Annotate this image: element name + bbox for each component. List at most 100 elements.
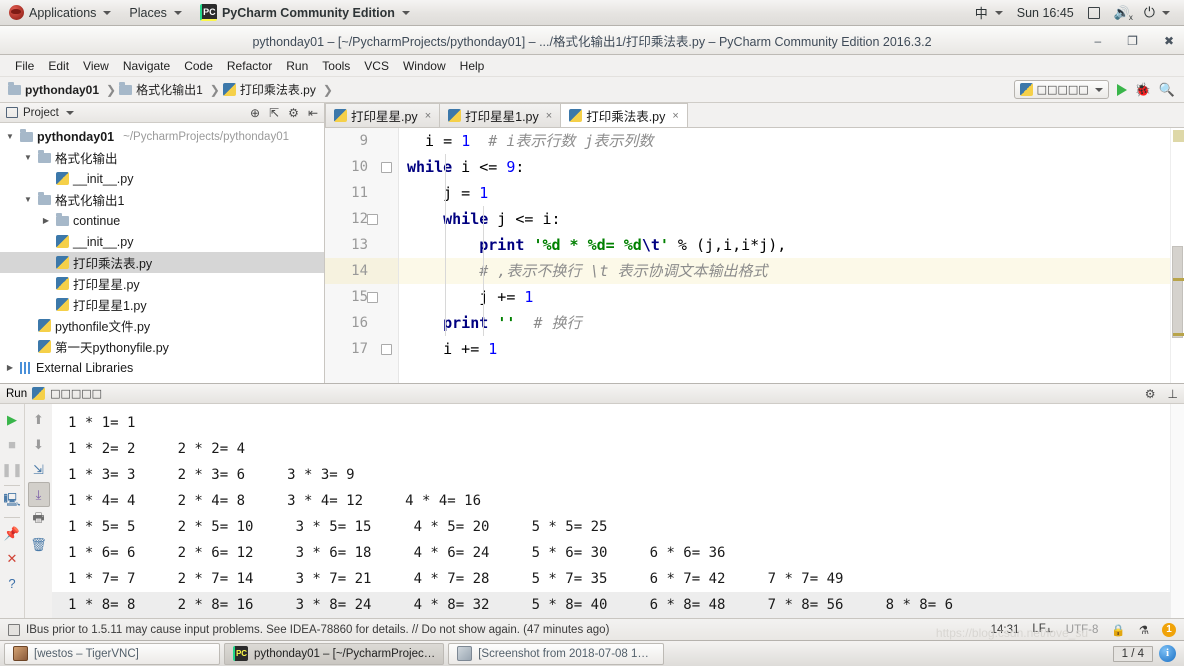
menu-code[interactable]: Code bbox=[177, 57, 220, 75]
chevron-down-icon[interactable] bbox=[65, 110, 74, 115]
applications-menu[interactable]: Applications bbox=[0, 0, 120, 26]
tree-item[interactable]: ▼ 格式化输出 bbox=[0, 147, 324, 168]
volume-button[interactable]: 🔊 x bbox=[1108, 0, 1136, 26]
collapse-all-icon[interactable]: ⇱ bbox=[269, 106, 279, 120]
maximize-button[interactable]: ❐ bbox=[1127, 35, 1138, 47]
chevron-down-icon[interactable]: ▼ bbox=[22, 153, 34, 162]
menu-view[interactable]: View bbox=[76, 57, 116, 75]
print-icon[interactable]: 🖶 bbox=[28, 507, 50, 532]
gear-icon[interactable]: ⚙ bbox=[288, 106, 299, 120]
code-line[interactable]: print '%d * %d= %d\t' % (j,i,i*j), bbox=[399, 232, 1170, 258]
menu-window[interactable]: Window bbox=[396, 57, 453, 75]
taskbar-item-vnc[interactable]: [westos – TigerVNC] bbox=[4, 642, 220, 665]
soft-wrap-icon[interactable]: ⇲ bbox=[28, 457, 50, 482]
lock-icon[interactable]: 🔒 bbox=[1111, 623, 1125, 637]
menu-tools[interactable]: Tools bbox=[315, 57, 357, 75]
run-console-output[interactable]: 1 * 1= 1 1 * 2= 2 2 * 2= 4 1 * 3= 3 2 * 3=… bbox=[52, 404, 1170, 618]
tree-item[interactable]: ▼ 格式化输出1 bbox=[0, 189, 324, 210]
code-line[interactable]: i += 1 bbox=[399, 336, 1170, 362]
debug-icon[interactable]: 🐞 bbox=[1135, 82, 1151, 98]
input-method-indicator[interactable]: 中 bbox=[969, 0, 1009, 26]
workspace-switcher[interactable]: 1 / 4 bbox=[1112, 645, 1153, 662]
code-fold-icon[interactable] bbox=[367, 214, 378, 225]
editor-tab[interactable]: 打印星星.py × bbox=[325, 103, 441, 127]
project-tree[interactable]: ▼ pythonday01 ~/PycharmProjects/pythonday0… bbox=[0, 123, 324, 383]
code-line[interactable]: j += 1 bbox=[399, 284, 1170, 310]
chevron-down-icon[interactable]: ▼ bbox=[4, 132, 16, 141]
menu-refactor[interactable]: Refactor bbox=[220, 57, 279, 75]
rerun-icon[interactable]: ▶ bbox=[1, 407, 23, 432]
code-line[interactable]: # ,表示不换行 \t 表示协调文本输出格式 bbox=[399, 258, 1170, 284]
tree-item[interactable]: ▶ continue bbox=[0, 210, 324, 231]
editor-gutter[interactable]: 9 10 11 12 13 14 15 16 17 bbox=[325, 128, 399, 383]
editor-tab[interactable]: 打印乘法表.py × bbox=[560, 103, 688, 127]
close-icon[interactable]: × bbox=[425, 110, 431, 122]
run-tab-label[interactable]: Run bbox=[6, 388, 27, 400]
breadcrumb-file[interactable]: 打印乘法表.py bbox=[222, 81, 320, 98]
breadcrumb-project[interactable]: pythonday01 bbox=[8, 81, 103, 97]
hide-panel-icon[interactable]: ⇤ bbox=[308, 106, 318, 120]
target-icon[interactable]: ⊕ bbox=[250, 106, 260, 120]
menu-vcs[interactable]: VCS bbox=[357, 57, 396, 75]
editor-tab[interactable]: 打印星星1.py × bbox=[439, 103, 562, 127]
console-view-icon[interactable]: 🖳 bbox=[1, 489, 23, 514]
tree-item[interactable]: __init__.py bbox=[0, 168, 324, 189]
chevron-right-icon[interactable]: ▶ bbox=[4, 363, 16, 372]
code-line[interactable]: print '' # 换行 bbox=[399, 310, 1170, 336]
inspection-icon[interactable]: ⚗ bbox=[1139, 623, 1149, 637]
power-menu[interactable]: ⏻ bbox=[1138, 0, 1176, 26]
taskbar-item-pycharm[interactable]: PC pythonday01 – [~/PycharmProjec… bbox=[224, 642, 445, 665]
scroll-up-icon[interactable]: ⬆ bbox=[28, 407, 50, 432]
menu-help[interactable]: Help bbox=[453, 57, 492, 75]
run-configuration-selector[interactable]: □□□□□ bbox=[1013, 80, 1109, 99]
code-line[interactable]: while i <= 9: bbox=[399, 154, 1170, 180]
code-fold-icon[interactable] bbox=[367, 292, 378, 303]
places-menu[interactable]: Places bbox=[120, 0, 191, 26]
editor-scrollbar[interactable] bbox=[1170, 128, 1184, 383]
clock[interactable]: Sun 16:45 bbox=[1011, 0, 1080, 26]
code-line[interactable]: j = 1 bbox=[399, 180, 1170, 206]
menu-run[interactable]: Run bbox=[279, 57, 315, 75]
close-icon[interactable]: × bbox=[546, 110, 552, 122]
tree-item[interactable]: __init__.py bbox=[0, 231, 324, 252]
tree-item[interactable]: 打印星星.py bbox=[0, 273, 324, 294]
code-line[interactable]: i = 1 # i表示行数 j表示列数 bbox=[399, 128, 1170, 154]
warning-badge[interactable]: 1 bbox=[1162, 622, 1176, 637]
close-button[interactable]: ✖ bbox=[1164, 35, 1174, 47]
code-line[interactable]: while j <= i: bbox=[399, 206, 1170, 232]
tree-item[interactable]: 第一天pythonyfile.py bbox=[0, 336, 324, 357]
gear-icon[interactable]: ⚙ bbox=[1145, 387, 1156, 401]
close-icon[interactable]: ✕ bbox=[1, 546, 23, 571]
tree-item[interactable]: pythonfile文件.py bbox=[0, 315, 324, 336]
editor-code-lines[interactable]: i = 1 # i表示行数 j表示列数 while i <= 9: j = 1 w… bbox=[399, 128, 1170, 383]
close-icon[interactable]: × bbox=[672, 110, 678, 122]
help-icon[interactable]: ? bbox=[1, 571, 23, 596]
pin-icon[interactable]: 📌 bbox=[1, 521, 23, 546]
code-fold-icon[interactable] bbox=[381, 162, 392, 173]
code-fold-icon[interactable] bbox=[381, 344, 392, 355]
menu-file[interactable]: File bbox=[8, 57, 41, 75]
tree-item[interactable]: ▼ pythonday01 ~/PycharmProjects/pythonday0… bbox=[0, 126, 324, 147]
chevron-right-icon[interactable]: ▶ bbox=[40, 216, 52, 225]
search-icon[interactable]: 🔍 bbox=[1159, 82, 1175, 98]
minimize-button[interactable]: – bbox=[1094, 35, 1101, 47]
menu-navigate[interactable]: Navigate bbox=[116, 57, 177, 75]
event-log-icon[interactable] bbox=[8, 623, 20, 636]
breadcrumb-folder[interactable]: 格式化输出1 bbox=[119, 81, 207, 98]
scroll-down-icon[interactable]: ⬇ bbox=[28, 432, 50, 457]
code-editor[interactable]: 9 10 11 12 13 14 15 16 17 i = 1 # i表示行数 j表示列数 whi… bbox=[325, 128, 1184, 383]
tree-item[interactable]: 打印星星1.py bbox=[0, 294, 324, 315]
tree-item[interactable]: 打印乘法表.py bbox=[0, 252, 324, 273]
chevron-down-icon[interactable]: ▼ bbox=[22, 195, 34, 204]
run-icon[interactable] bbox=[1116, 83, 1127, 96]
taskbar-item-screenshot[interactable]: [Screenshot from 2018-07-08 1… bbox=[448, 642, 665, 665]
clear-all-icon[interactable]: 🗑 bbox=[28, 532, 50, 557]
console-scrollbar[interactable] bbox=[1170, 404, 1184, 618]
info-icon[interactable]: i bbox=[1159, 645, 1176, 662]
active-app-menu[interactable]: PC PyCharm Community Edition bbox=[191, 0, 419, 26]
scroll-to-end-icon[interactable]: ⤓ bbox=[27, 482, 50, 507]
display-settings-button[interactable] bbox=[1082, 0, 1106, 26]
editor-scrollbar-thumb[interactable] bbox=[1172, 246, 1183, 338]
minimize-icon[interactable]: ⊥ bbox=[1168, 387, 1178, 401]
tree-item[interactable]: ▶ External Libraries bbox=[0, 357, 324, 378]
